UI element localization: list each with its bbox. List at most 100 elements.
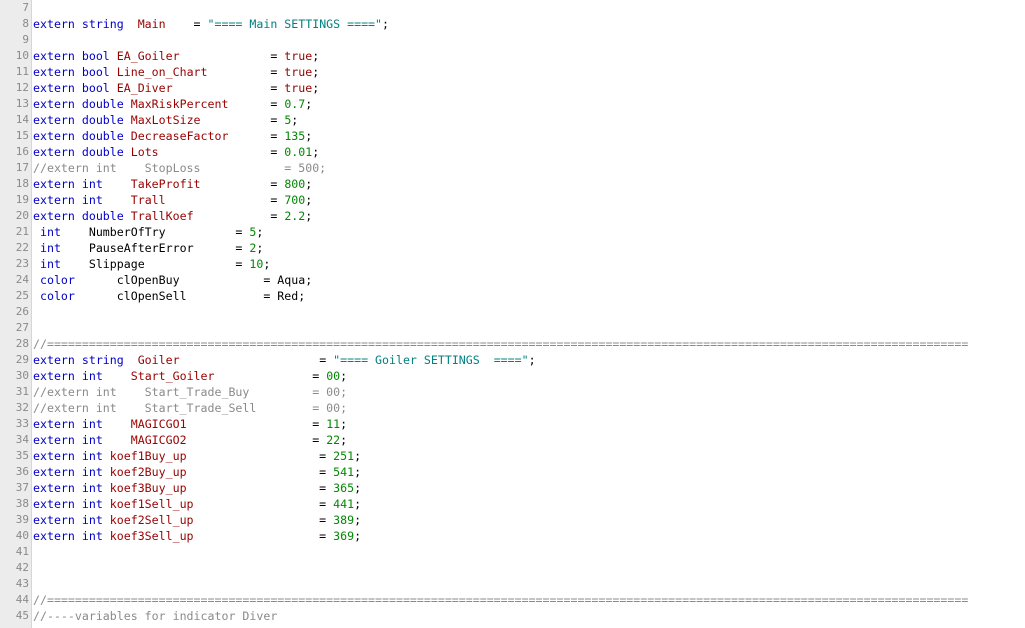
line-number: 41: [15, 545, 29, 558]
code-line[interactable]: 42: [0, 560, 1025, 576]
code-line[interactable]: 38 extern int koef1Sell_up = 441;: [0, 496, 1025, 512]
code-text: extern double DecreaseFactor = 135;: [33, 128, 312, 144]
code-token: "==== Goiler SETTINGS ====": [333, 353, 529, 367]
code-line[interactable]: 7: [0, 0, 1025, 16]
code-line[interactable]: 37 extern int koef3Buy_up = 365;: [0, 480, 1025, 496]
code-token: true: [284, 81, 313, 95]
code-text: extern int koef1Sell_up = 441;: [33, 496, 361, 512]
code-token: ;: [312, 81, 320, 95]
code-line[interactable]: 25 color clOpenSell = Red;: [0, 288, 1025, 304]
code-token: extern double: [33, 97, 131, 111]
code-line[interactable]: 28 //====================================…: [0, 336, 1025, 352]
code-line[interactable]: 9: [0, 32, 1025, 48]
code-line[interactable]: 41: [0, 544, 1025, 560]
code-token: extern int: [33, 481, 110, 495]
code-token: ;: [312, 145, 320, 159]
code-token: extern int: [33, 513, 110, 527]
code-line[interactable]: 30 extern int Start_Goiler = 00;: [0, 368, 1025, 384]
code-token: ;: [354, 465, 362, 479]
code-token: 251: [333, 449, 355, 463]
code-line[interactable]: 14 extern double MaxLotSize = 5;: [0, 112, 1025, 128]
code-line[interactable]: 44 //====================================…: [0, 592, 1025, 608]
code-token: MAGICGO1: [130, 417, 187, 431]
line-number: 8: [22, 17, 29, 30]
code-line[interactable]: 11 extern bool Line_on_Chart = true;: [0, 64, 1025, 80]
line-number: 36: [15, 465, 29, 478]
code-line[interactable]: 23 int Slippage = 10;: [0, 256, 1025, 272]
line-number: 14: [15, 113, 29, 126]
line-number: 29: [15, 353, 29, 366]
code-line[interactable]: 12 extern bool EA_Diver = true;: [0, 80, 1025, 96]
code-line[interactable]: 45 //----variables for indicator Diver: [0, 608, 1025, 624]
code-token: 365: [333, 481, 355, 495]
code-line[interactable]: 36 extern int koef2Buy_up = 541;: [0, 464, 1025, 480]
code-token: extern double: [33, 113, 131, 127]
code-text: extern int Start_Goiler = 00;: [33, 368, 347, 384]
code-token: true: [284, 49, 313, 63]
code-line[interactable]: 35 extern int koef1Buy_up = 251;: [0, 448, 1025, 464]
code-token: extern bool: [33, 65, 117, 79]
code-line[interactable]: 43: [0, 576, 1025, 592]
code-line[interactable]: 10 extern bool EA_Goiler = true;: [0, 48, 1025, 64]
code-token: =: [186, 433, 327, 447]
code-text: //extern int Start_Trade_Sell = 00;: [33, 400, 347, 416]
code-line[interactable]: 17 //extern int StopLoss = 500;: [0, 160, 1025, 176]
code-token: =: [165, 193, 285, 207]
code-token: clOpenSell = Red;: [116, 289, 306, 303]
code-token: =: [186, 481, 334, 495]
code-token: extern int: [33, 529, 110, 543]
code-token: "==== Main SETTINGS ====": [207, 17, 383, 31]
code-line[interactable]: 32 //extern int Start_Trade_Sell = 00;: [0, 400, 1025, 416]
code-token: //======================================…: [33, 593, 969, 607]
code-token: extern int: [33, 417, 131, 431]
code-line[interactable]: 27: [0, 320, 1025, 336]
line-number: 22: [15, 241, 29, 254]
line-number: 10: [15, 49, 29, 62]
code-token: ;: [528, 353, 536, 367]
code-token: extern int: [33, 433, 131, 447]
line-number: 25: [15, 289, 29, 302]
code-line[interactable]: 19 extern int Trall = 700;: [0, 192, 1025, 208]
code-token: ;: [354, 449, 362, 463]
code-text: extern double MaxLotSize = 5;: [33, 112, 298, 128]
code-token: Lots: [130, 145, 159, 159]
code-text: int NumberOfTry = 5;: [33, 224, 263, 240]
code-line[interactable]: 16 extern double Lots = 0.01;: [0, 144, 1025, 160]
line-number: 23: [15, 257, 29, 270]
code-line[interactable]: 20 extern double TrallKoef = 2.2;: [0, 208, 1025, 224]
code-token: 00: [326, 369, 341, 383]
code-token: extern int: [33, 497, 110, 511]
code-token: =: [165, 17, 208, 31]
code-line[interactable]: 22 int PauseAfterError = 2;: [0, 240, 1025, 256]
code-line[interactable]: 21 int NumberOfTry = 5;: [0, 224, 1025, 240]
code-token: extern int: [33, 193, 131, 207]
line-number: 20: [15, 209, 29, 222]
code-editor[interactable]: 7 8 extern string Main = "==== Main SETTIN…: [0, 0, 1025, 628]
code-token: ;: [305, 193, 313, 207]
line-number: 42: [15, 561, 29, 574]
code-line[interactable]: 31 //extern int Start_Trade_Buy = 00;: [0, 384, 1025, 400]
code-line[interactable]: 13 extern double MaxRiskPercent = 0.7;: [0, 96, 1025, 112]
code-line[interactable]: 29 extern string Goiler = "==== Goiler SE…: [0, 352, 1025, 368]
code-token: =: [186, 449, 334, 463]
line-number: 39: [15, 513, 29, 526]
code-line[interactable]: 39 extern int koef2Sell_up = 389;: [0, 512, 1025, 528]
code-line[interactable]: 24 color clOpenBuy = Aqua;: [0, 272, 1025, 288]
code-token: Trall: [130, 193, 166, 207]
code-text: extern int koef3Buy_up = 365;: [33, 480, 361, 496]
code-line[interactable]: 8 extern string Main = "==== Main SETTING…: [0, 16, 1025, 32]
code-token: MaxLotSize: [130, 113, 201, 127]
code-line[interactable]: 33 extern int MAGICGO1 = 11;: [0, 416, 1025, 432]
code-text: int PauseAfterError = 2;: [33, 240, 263, 256]
code-token: =: [207, 65, 285, 79]
code-line[interactable]: 34 extern int MAGICGO2 = 22;: [0, 432, 1025, 448]
code-token: //extern int Start_Trade_Sell = 00;: [33, 401, 348, 415]
code-line[interactable]: 40 extern int koef3Sell_up = 369;: [0, 528, 1025, 544]
code-line[interactable]: 18 extern int TakeProfit = 800;: [0, 176, 1025, 192]
code-line[interactable]: 26: [0, 304, 1025, 320]
code-token: 369: [333, 529, 355, 543]
code-token: true: [284, 65, 313, 79]
code-line[interactable]: 15 extern double DecreaseFactor = 135;: [0, 128, 1025, 144]
code-token: clOpenBuy = Aqua;: [116, 273, 313, 287]
code-token: //======================================…: [33, 337, 969, 351]
